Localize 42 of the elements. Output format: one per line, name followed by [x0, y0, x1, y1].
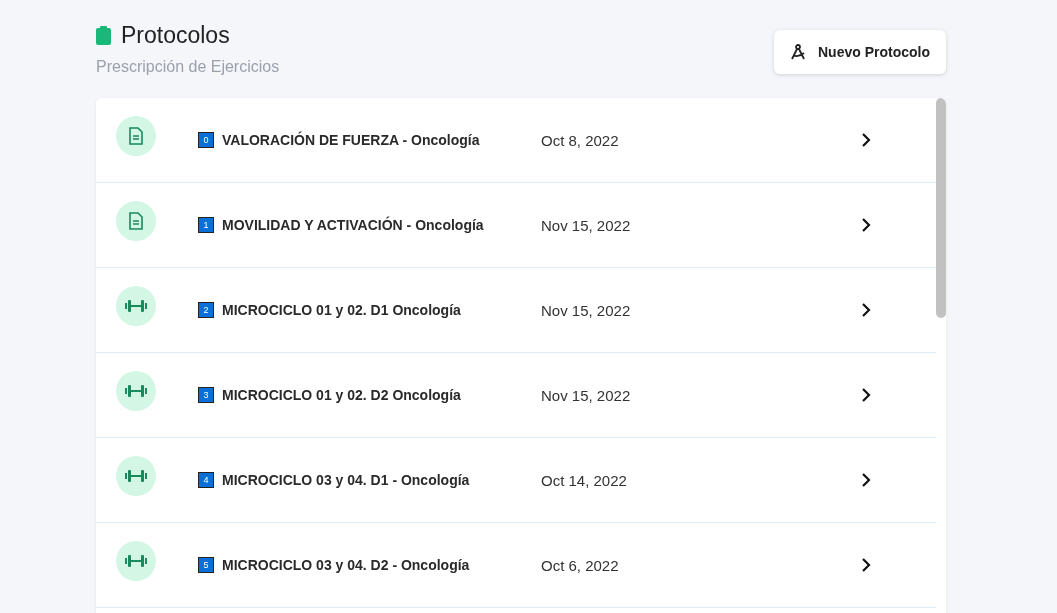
protocol-date: Nov 15, 2022: [541, 301, 632, 319]
dumbbell-icon: [125, 468, 147, 484]
index-badge: 3: [198, 387, 214, 403]
protocol-name: MICROCICLO 01 y 02. D1 Oncología: [222, 302, 461, 318]
protocol-row[interactable]: 3 MICROCICLO 01 y 02. D2 Oncología Nov 15, 2022: [96, 353, 936, 438]
protocol-row[interactable]: 2 MICROCICLO 01 y 02. D1 Oncología Nov 15, 2022: [96, 268, 936, 353]
protocol-row[interactable]: 0 VALORACIÓN DE FUERZA - Oncología Oct 8, 2022: [96, 98, 936, 183]
chevron-right-icon[interactable]: [861, 218, 871, 232]
chevron-right-icon[interactable]: [861, 303, 871, 317]
protocol-date: Nov 15, 2022: [541, 216, 632, 234]
dumbbell-icon: [125, 298, 147, 314]
scrollbar-thumb[interactable]: [936, 98, 946, 318]
index-badge: 5: [198, 557, 214, 573]
clipboard-icon: [96, 26, 111, 45]
chevron-right-icon[interactable]: [861, 473, 871, 487]
compass-icon: [790, 44, 806, 60]
dumbbell-icon: [125, 383, 147, 399]
chevron-right-icon[interactable]: [861, 558, 871, 572]
chevron-right-icon[interactable]: [861, 133, 871, 147]
document-icon: [128, 127, 144, 145]
page-subtitle: Prescripción de Ejercicios: [96, 58, 280, 76]
protocol-date: Oct 14, 2022: [541, 471, 628, 489]
protocol-date: Nov 15, 2022: [541, 386, 632, 404]
protocol-date: Oct 8, 2022: [541, 131, 620, 149]
page-title: Protocolos: [121, 22, 230, 49]
protocol-name: VALORACIÓN DE FUERZA - Oncología: [222, 132, 480, 148]
protocol-row[interactable]: 4 MICROCICLO 03 y 04. D1 - Oncología Oct 14, 2022: [96, 438, 936, 523]
protocol-name: MOVILIDAD Y ACTIVACIÓN - Oncología: [222, 217, 484, 233]
protocol-date: Oct 6, 2022: [541, 556, 620, 574]
protocol-row[interactable]: 1 MOVILIDAD Y ACTIVACIÓN - Oncología Nov 15, 2022: [96, 183, 936, 268]
protocol-name: MICROCICLO 01 y 02. D2 Oncología: [222, 387, 461, 403]
protocol-name: MICROCICLO 03 y 04. D1 - Oncología: [222, 472, 470, 488]
index-badge: 2: [198, 302, 214, 318]
index-badge: 4: [198, 472, 214, 488]
chevron-right-icon[interactable]: [861, 388, 871, 402]
index-badge: 0: [198, 132, 214, 148]
protocol-name: MICROCICLO 03 y 04. D2 - Oncología: [222, 557, 470, 573]
protocol-row[interactable]: 5 MICROCICLO 03 y 04. D2 - Oncología Oct 6, 2022: [96, 523, 936, 608]
new-protocol-button[interactable]: Nuevo Protocolo: [774, 30, 946, 74]
document-icon: [128, 212, 144, 230]
dumbbell-icon: [125, 553, 147, 569]
index-badge: 1: [198, 217, 214, 233]
